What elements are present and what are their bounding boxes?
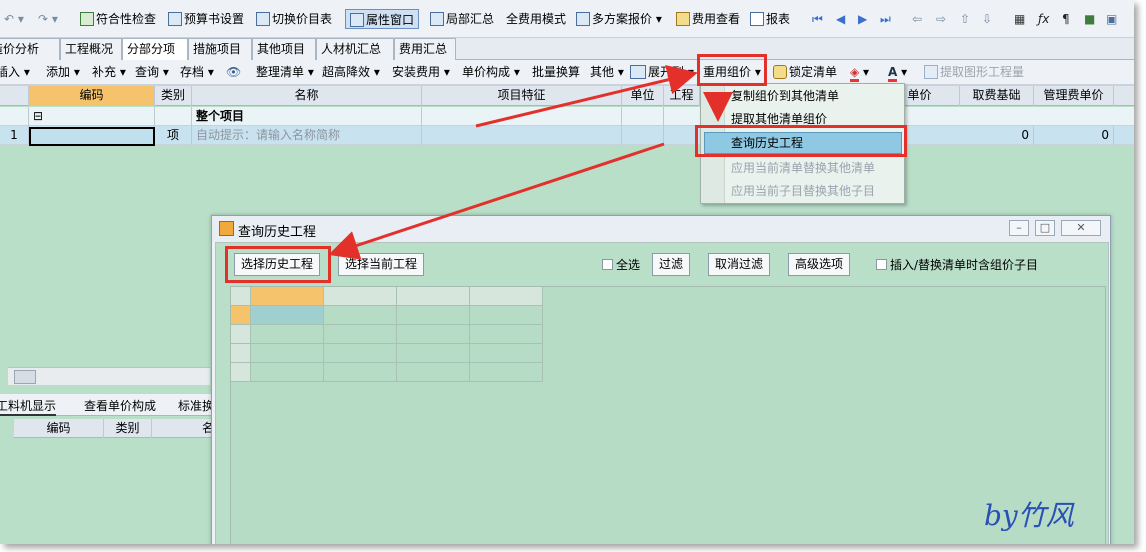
app-window: ↶ ▾ ↷ ▾ 符合性检查 预算书设置 切换价目表 属性窗口 局部汇总 全费用模…	[0, 0, 1134, 544]
arrow-to-reuse-price	[475, 65, 698, 128]
annotation-arrows	[328, 65, 733, 260]
author-signature: by竹风	[984, 499, 1074, 532]
arrow-to-dialog-button	[328, 142, 665, 260]
